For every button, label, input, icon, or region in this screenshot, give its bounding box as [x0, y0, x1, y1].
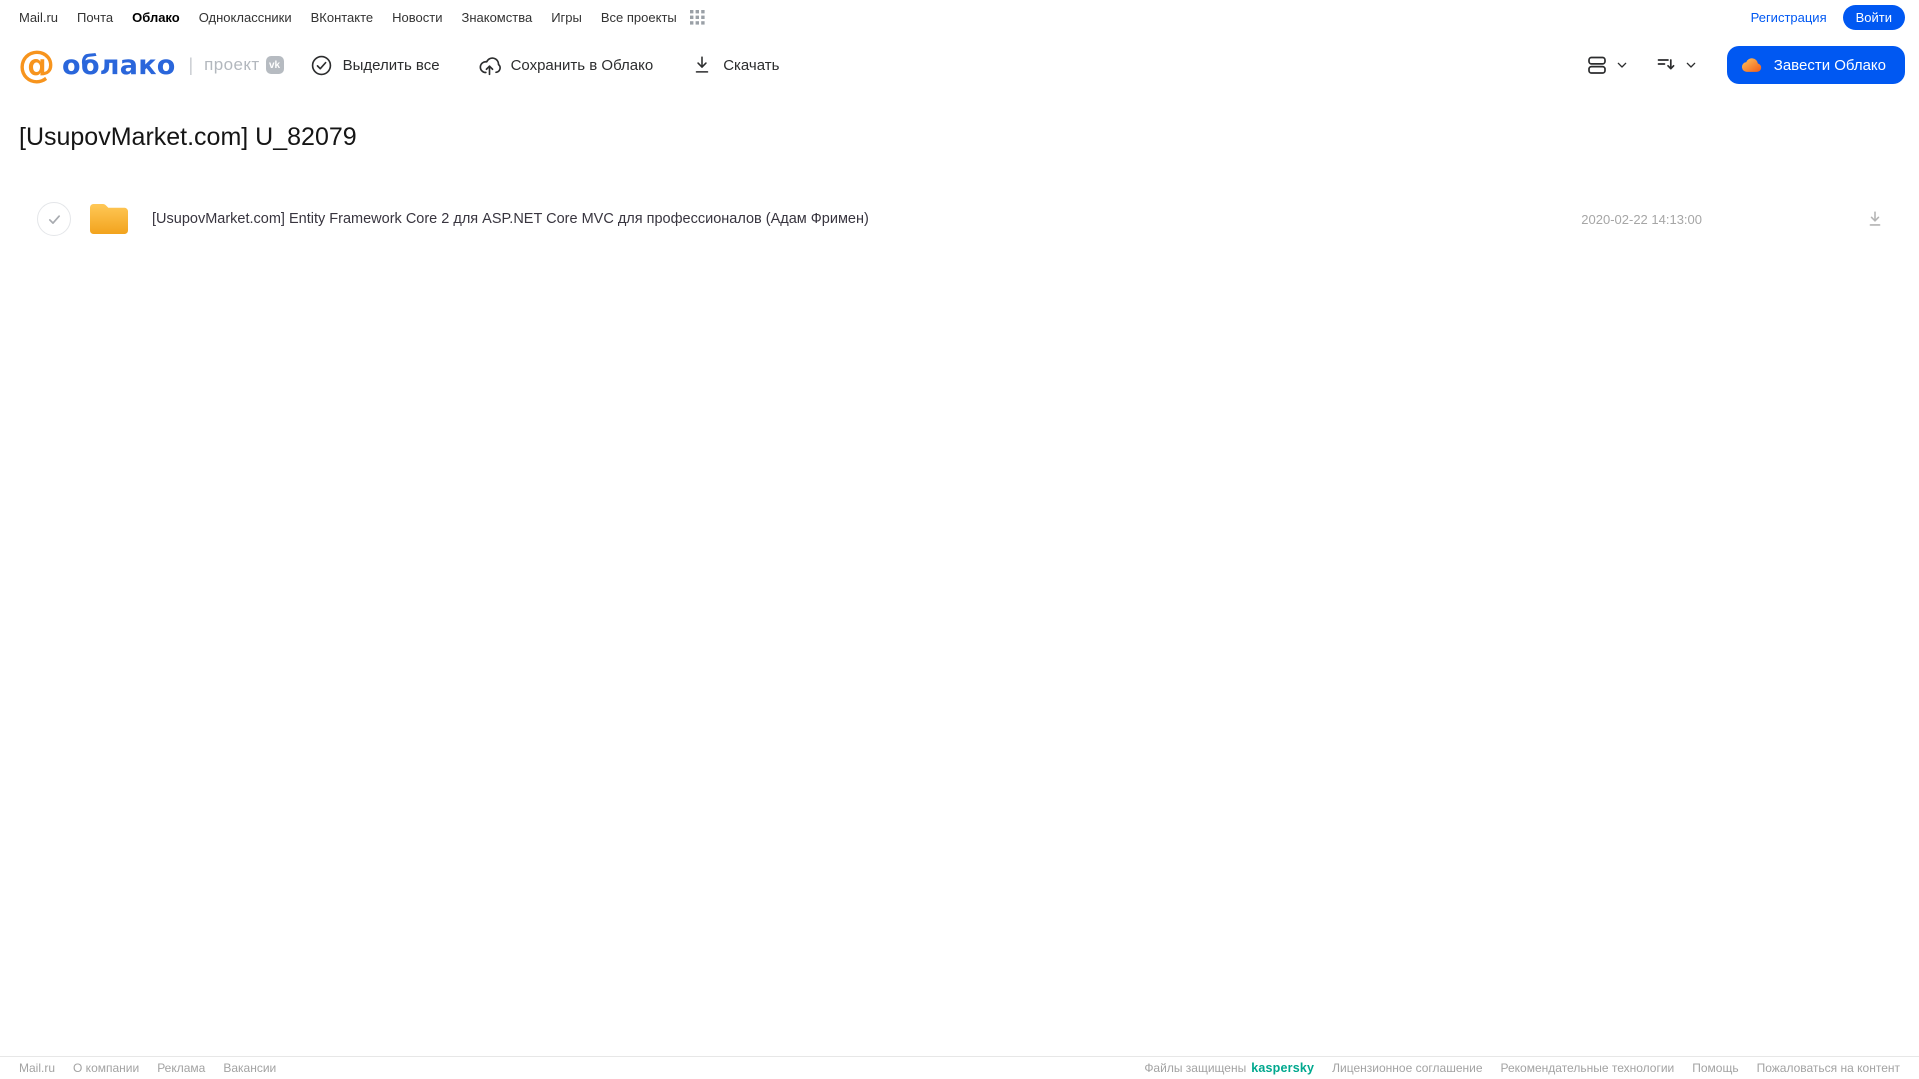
login-button[interactable]: Войти	[1842, 4, 1905, 30]
select-all-button[interactable]: Выделить все	[310, 54, 440, 77]
kaspersky-protection: Файлы защищены kaspersky	[1144, 1061, 1314, 1075]
vk-badge-icon: vk	[265, 56, 284, 74]
auth-area: Регистрация Войти	[1751, 4, 1905, 30]
get-cloud-label: Завести Облако	[1773, 56, 1886, 74]
download-label: Скачать	[723, 56, 780, 74]
chevron-down-icon	[1683, 57, 1699, 73]
top-navigation: Mail.ru Почта Облако Одноклассники ВКонт…	[0, 0, 1919, 34]
folder-icon[interactable]	[87, 200, 131, 238]
save-to-cloud-label: Сохранить в Облако	[510, 56, 654, 74]
topnav-link-all-projects[interactable]: Все проекты	[601, 10, 677, 25]
protected-label: Файлы защищены	[1144, 1061, 1247, 1075]
topnav-link-cloud[interactable]: Облако	[132, 10, 180, 25]
save-to-cloud-button[interactable]: Сохранить в Облако	[478, 54, 654, 77]
footer: Mail.ru О компании Реклама Вакансии Файл…	[0, 1056, 1919, 1079]
logo-divider: |	[188, 54, 194, 75]
topnav-link-mailru[interactable]: Mail.ru	[19, 10, 58, 25]
topnav-link-odnoklassniki[interactable]: Одноклассники	[199, 10, 292, 25]
topnav-link-news[interactable]: Новости	[392, 10, 442, 25]
view-mode-selector[interactable]	[1585, 53, 1630, 77]
footer-link-about[interactable]: О компании	[73, 1061, 139, 1075]
topnav-link-dating[interactable]: Знакомства	[461, 10, 532, 25]
download-icon	[691, 54, 713, 76]
view-mode-icon	[1585, 53, 1609, 77]
orange-cloud-icon	[1741, 54, 1764, 77]
footer-link-ads[interactable]: Реклама	[157, 1061, 205, 1075]
checkmark-icon	[48, 214, 60, 224]
select-all-label: Выделить все	[342, 56, 440, 74]
footer-left-links: Mail.ru О компании Реклама Вакансии	[19, 1061, 276, 1075]
footer-right-links: Файлы защищены kaspersky Лицензионное со…	[1144, 1061, 1900, 1075]
file-list-row[interactable]: [UsupovMarket.com] Entity Framework Core…	[0, 196, 1919, 242]
header-toolbar: @ облако | проект vk Выделить все Сохран…	[0, 34, 1919, 96]
project-label: проект	[204, 55, 260, 74]
cloud-upload-icon	[478, 54, 501, 77]
file-actions: Выделить все Сохранить в Облако Скачать	[310, 54, 779, 77]
footer-link-help[interactable]: Помощь	[1692, 1061, 1738, 1075]
cloud-logo[interactable]: @ облако | проект vk	[18, 43, 284, 86]
apps-grid-icon[interactable]	[689, 9, 705, 25]
mailru-at-icon: @	[18, 43, 55, 86]
footer-link-recommendations[interactable]: Рекомендательные технологии	[1501, 1061, 1675, 1075]
row-download-icon[interactable]	[1864, 208, 1886, 230]
check-circle-icon	[310, 54, 333, 77]
cloud-logo-text: облако	[62, 49, 176, 81]
cloud-public-folder-page: Mail.ru Почта Облако Одноклассники ВКонт…	[0, 0, 1919, 1079]
folder-name-link[interactable]: [UsupovMarket.com] Entity Framework Core…	[152, 211, 869, 227]
view-controls: Завести Облако	[1585, 46, 1905, 84]
footer-link-jobs[interactable]: Вакансии	[223, 1061, 276, 1075]
get-cloud-button[interactable]: Завести Облако	[1726, 46, 1905, 84]
kaspersky-brand[interactable]: kaspersky	[1251, 1061, 1314, 1075]
registration-link[interactable]: Регистрация	[1751, 10, 1827, 25]
file-date: 2020-02-22 14:13:00	[1581, 211, 1702, 227]
download-button[interactable]: Скачать	[691, 54, 779, 76]
footer-link-license[interactable]: Лицензионное соглашение	[1332, 1061, 1482, 1075]
chevron-down-icon	[1614, 57, 1630, 73]
topnav-link-games[interactable]: Игры	[551, 10, 582, 25]
topnav-link-mail[interactable]: Почта	[77, 10, 113, 25]
footer-link-mailru[interactable]: Mail.ru	[19, 1061, 55, 1075]
footer-link-report[interactable]: Пожаловаться на контент	[1757, 1061, 1900, 1075]
sort-icon	[1654, 53, 1678, 77]
row-checkbox[interactable]	[37, 202, 71, 236]
page-title: [UsupovMarket.com] U_82079	[19, 123, 357, 151]
sort-selector[interactable]	[1654, 53, 1699, 77]
portal-links: Mail.ru Почта Облако Одноклассники ВКонт…	[19, 9, 705, 25]
topnav-link-vkontakte[interactable]: ВКонтакте	[311, 10, 374, 25]
